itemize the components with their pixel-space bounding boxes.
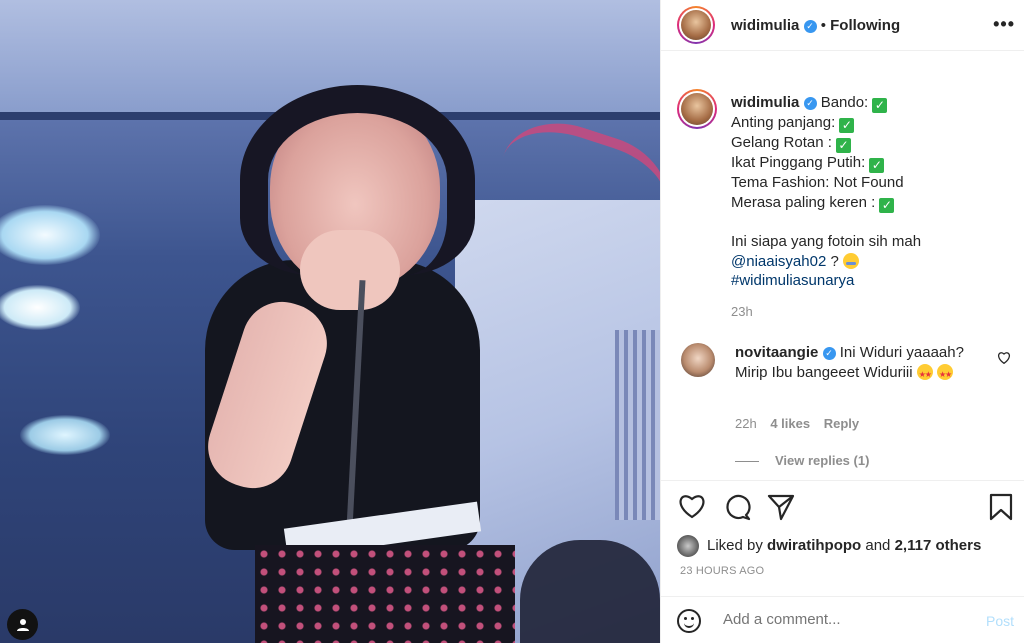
photo-curtain [615,330,660,520]
likes-middle: and [865,536,891,554]
following-button[interactable]: Following [830,17,900,34]
liker-username[interactable]: dwiratihpopo [767,537,861,554]
author-avatar[interactable] [677,6,715,44]
post-side-panel: widimulia ✓ • Following ••• widimulia ✓ … [660,0,1024,643]
likes-summary: Liked by dwiratihpopo and 2,117 others [677,535,981,557]
comment-time[interactable]: 22h [735,416,757,431]
add-comment-bar: Post [661,596,1024,644]
separator-dot: • [820,17,826,34]
mention-link[interactable]: @niaaisyah02 [731,253,826,270]
caption-line: Ini siapa yang fotoin sih mah [731,233,922,250]
photo-background-person [520,540,660,643]
check-mark-icon: ✓ [872,98,888,113]
caption-avatar[interactable] [677,89,717,129]
likes-count-button[interactable]: 2,117 others [895,537,982,554]
post-actions-bar [661,480,1024,577]
comment-reply-button[interactable]: Reply [824,416,859,431]
check-mark-icon: ✓ [869,158,885,173]
caption-username[interactable]: widimulia [731,94,799,111]
crying-face-icon [842,252,859,269]
view-replies-label: View replies (1) [775,453,870,468]
caption-line: Ikat Pinggang Putih: [731,154,866,171]
check-mark-icon: ✓ [879,197,895,213]
comment-like-icon[interactable] [997,351,1011,367]
header-title: widimulia ✓ • Following [731,17,900,34]
commenter-username[interactable]: novitaangie [735,344,818,361]
caption-line: Merasa paling keren : [731,193,876,211]
user-icon [16,618,29,631]
photo-girl-hands [300,230,400,310]
photo-lamp [0,205,100,265]
verified-icon: ✓ [822,346,836,360]
caption-line: Tema Fashion: Not Found [731,174,904,191]
likes-prefix: Liked by [707,536,763,554]
post-comment-button[interactable]: Post [986,613,1014,629]
liker-avatar[interactable] [677,535,699,557]
comment-likes-count[interactable]: 4 likes [770,416,810,431]
verified-icon: ✓ [803,19,817,33]
hashtag-link[interactable]: #widimuliasunarya [731,271,1011,291]
photo-lamp [0,285,80,330]
caption-line: Gelang Rotan : [731,134,832,151]
photo-lamp [20,415,110,455]
caption-text: ? [826,252,843,270]
caption-line: Anting panjang: [731,114,836,131]
commenter-avatar[interactable] [681,343,715,377]
tagged-users-button[interactable] [7,609,38,640]
star-struck-icon [916,363,933,384]
caption-timestamp[interactable]: 23h [731,302,1011,322]
check-mark-icon: ✓ [836,138,852,153]
emoji-picker-icon[interactable] [677,609,701,633]
heart-icon[interactable] [678,493,706,519]
comment-icon[interactable] [723,493,751,521]
photo-skirt [255,545,515,643]
bookmark-icon[interactable] [989,493,1013,521]
share-icon[interactable] [767,493,795,521]
verified-icon: ✓ [803,96,817,110]
caption-line: Bando: [820,94,869,111]
view-replies-button[interactable]: View replies (1) [735,453,869,468]
replies-divider [735,461,759,463]
star-struck-icon [936,363,953,384]
more-options-icon[interactable]: ••• [993,14,1015,35]
comment-input[interactable] [723,611,963,628]
check-mark-icon: ✓ [839,118,855,133]
post-timestamp[interactable]: 23 HOURS AGO [680,565,764,577]
post-header: widimulia ✓ • Following ••• [661,0,1024,51]
author-username[interactable]: widimulia [731,17,799,34]
post-caption: widimulia ✓ Bando: ✓ Anting panjang: ✓ G… [731,93,1011,321]
comment-meta: 22h 4 likes Reply [735,416,859,431]
comment-body: novitaangie ✓ Ini Widuri yaaaah? Mirip I… [735,343,975,384]
post-photo[interactable] [0,0,660,643]
